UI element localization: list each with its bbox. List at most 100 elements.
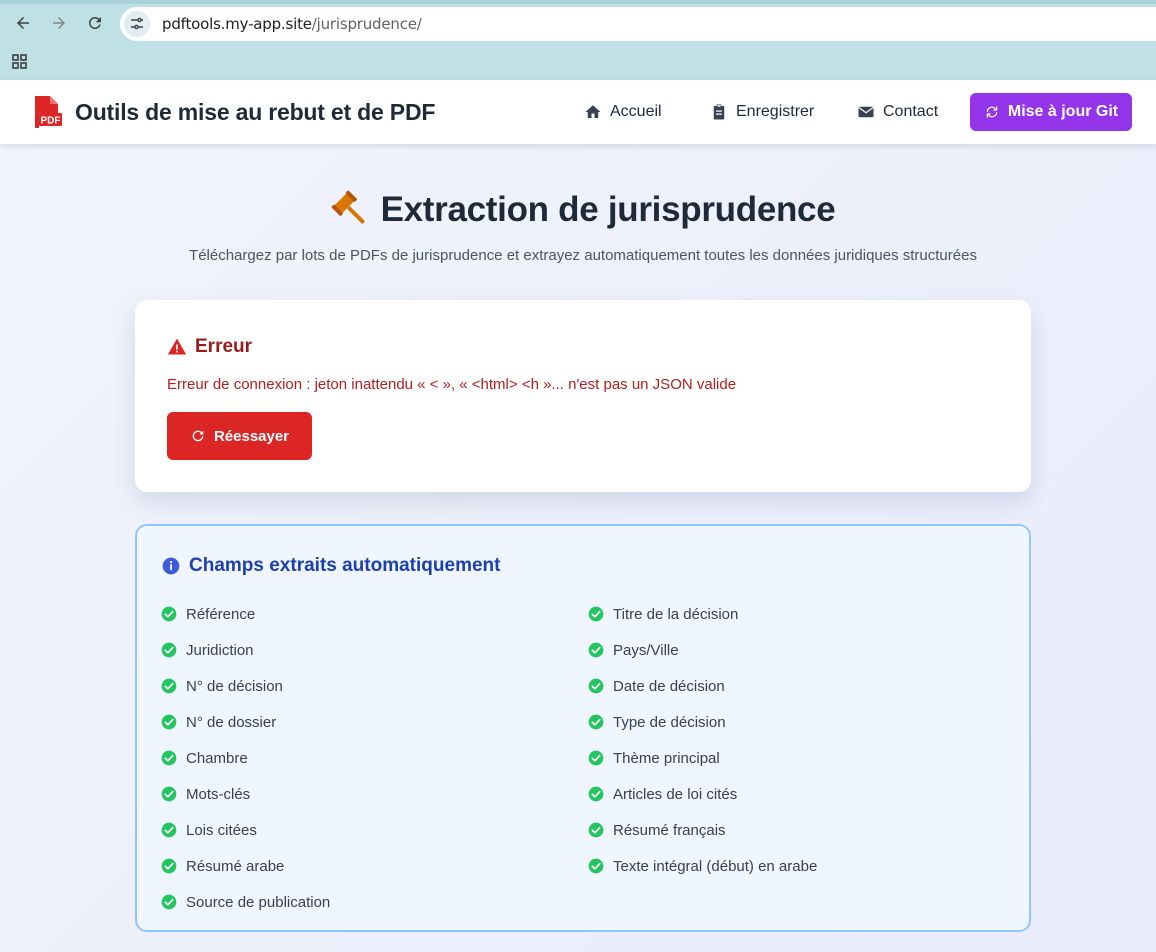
site-info-button[interactable]: [124, 11, 150, 37]
nav-contact-label: Contact: [883, 103, 939, 120]
check-circle-icon: [588, 678, 604, 694]
check-circle-icon: [161, 642, 177, 658]
field-item: Texte intégral (début) en arabe: [588, 848, 817, 884]
field-label: Pays/Ville: [613, 641, 679, 659]
warning-icon: [167, 338, 187, 355]
reload-icon: [88, 16, 101, 29]
page-heading: Extraction de jurisprudence: [380, 190, 836, 229]
retry-label: Réessayer: [213, 427, 290, 445]
redo-icon: [192, 430, 204, 442]
field-item: N° de dossier: [161, 704, 330, 740]
app-navbar: PDF Outils de mise au rebut et de PDF Ac…: [0, 80, 1156, 144]
url-host: pdftools.my-app.site: [162, 15, 312, 33]
field-label: Texte intégral (début) en arabe: [613, 857, 818, 875]
apps-button[interactable]: [10, 52, 30, 72]
field-item: Source de publication: [161, 884, 330, 920]
field-label: N° de dossier: [186, 713, 277, 731]
check-circle-icon: [588, 750, 604, 766]
arrow-right-icon: [53, 17, 65, 29]
home-icon: [585, 105, 601, 118]
fields-info-panel: Champs extraits automatiquement Référenc…: [135, 524, 1031, 932]
check-circle-icon: [161, 786, 177, 802]
retry-button[interactable]: Réessayer: [167, 412, 312, 460]
browser-toolbar: pdftools.my-app.site/jurisprudence/: [0, 0, 1156, 80]
check-circle-icon: [161, 678, 177, 694]
field-item: Référence: [161, 596, 330, 632]
field-label: Résumé arabe: [186, 857, 285, 875]
check-circle-icon: [588, 822, 604, 838]
field-item: Articles de loi cités: [588, 776, 817, 812]
info-circle-icon: [162, 557, 180, 575]
sync-icon: [986, 106, 998, 118]
field-label: Juridiction: [186, 641, 254, 659]
check-circle-icon: [161, 894, 177, 910]
error-heading-label: Erreur: [195, 336, 253, 357]
fields-left-column: Référence Juridiction N° de décision N° de …: [161, 596, 330, 920]
page-subtitle: Téléchargez par lots de PDFs de jurispru…: [189, 247, 977, 264]
field-item: Chambre: [161, 740, 330, 776]
gavel-icon: [331, 190, 365, 224]
field-label: Date de décision: [613, 677, 725, 695]
check-circle-icon: [588, 606, 604, 622]
arrow-left-icon: [17, 17, 29, 29]
field-label: Référence: [186, 605, 256, 623]
nav-register[interactable]: Enregistrer: [710, 80, 814, 144]
clipboard-icon: [713, 104, 725, 120]
nav-contact[interactable]: Contact: [857, 80, 938, 144]
nav-register-label: Enregistrer: [736, 103, 815, 120]
check-circle-icon: [161, 750, 177, 766]
field-item: Juridiction: [161, 632, 330, 668]
field-label: Type de décision: [613, 713, 726, 731]
page-title: Extraction de jurisprudence: [0, 190, 1156, 230]
field-label: Titre de la décision: [613, 605, 739, 623]
git-update-button[interactable]: Mise à jour Git: [970, 93, 1132, 131]
field-label: N° de décision: [186, 677, 283, 695]
field-label: Résumé français: [613, 821, 726, 839]
field-item: Thème principal: [588, 740, 817, 776]
check-circle-icon: [161, 714, 177, 730]
envelope-icon: [858, 106, 874, 118]
nav-home[interactable]: Accueil: [584, 80, 662, 144]
check-circle-icon: [161, 606, 177, 622]
field-item: Titre de la décision: [588, 596, 817, 632]
brand[interactable]: PDF Outils de mise au rebut et de PDF: [32, 96, 435, 128]
check-circle-icon: [588, 642, 604, 658]
nav-home-label: Accueil: [610, 103, 662, 120]
svg-text:PDF: PDF: [41, 116, 61, 127]
field-item: N° de décision: [161, 668, 330, 704]
field-label: Thème principal: [613, 749, 720, 767]
field-label: Lois citées: [186, 821, 257, 839]
app-title: Outils de mise au rebut et de PDF: [75, 98, 436, 125]
check-circle-icon: [161, 822, 177, 838]
forward-button[interactable]: [44, 8, 74, 38]
url-text: pdftools.my-app.site/jurisprudence/: [162, 15, 422, 33]
fields-right-column: Titre de la décision Pays/Ville Date de dé…: [588, 596, 817, 884]
field-label: Source de publication: [186, 893, 331, 911]
address-bar[interactable]: pdftools.my-app.site/jurisprudence/: [120, 7, 1156, 41]
reload-button[interactable]: [80, 8, 110, 38]
field-item: Résumé arabe: [161, 848, 330, 884]
check-circle-icon: [588, 786, 604, 802]
error-card: Erreur Erreur de connexion : jeton inatt…: [135, 300, 1031, 492]
check-circle-icon: [588, 858, 604, 874]
tune-icon: [131, 17, 143, 30]
field-item: Mots-clés: [161, 776, 330, 812]
back-button[interactable]: [8, 8, 38, 38]
error-heading: Erreur: [167, 336, 252, 358]
field-label: Mots-clés: [186, 785, 251, 803]
url-path: /jurisprudence/: [311, 15, 422, 33]
git-update-label: Mise à jour Git: [1007, 103, 1119, 120]
field-label: Articles de loi cités: [613, 785, 738, 803]
check-circle-icon: [588, 714, 604, 730]
grid-icon: [12, 54, 27, 69]
field-item: Pays/Ville: [588, 632, 817, 668]
field-label: Chambre: [186, 749, 248, 767]
file-pdf-icon: PDF: [35, 96, 62, 128]
error-message: Erreur de connexion : jeton inattendu « …: [167, 376, 737, 393]
field-item: Type de décision: [588, 704, 817, 740]
field-item: Lois citées: [161, 812, 330, 848]
fields-heading-label: Champs extraits automatiquement: [189, 555, 501, 576]
check-circle-icon: [161, 858, 177, 874]
field-item: Date de décision: [588, 668, 817, 704]
field-item: Résumé français: [588, 812, 817, 848]
